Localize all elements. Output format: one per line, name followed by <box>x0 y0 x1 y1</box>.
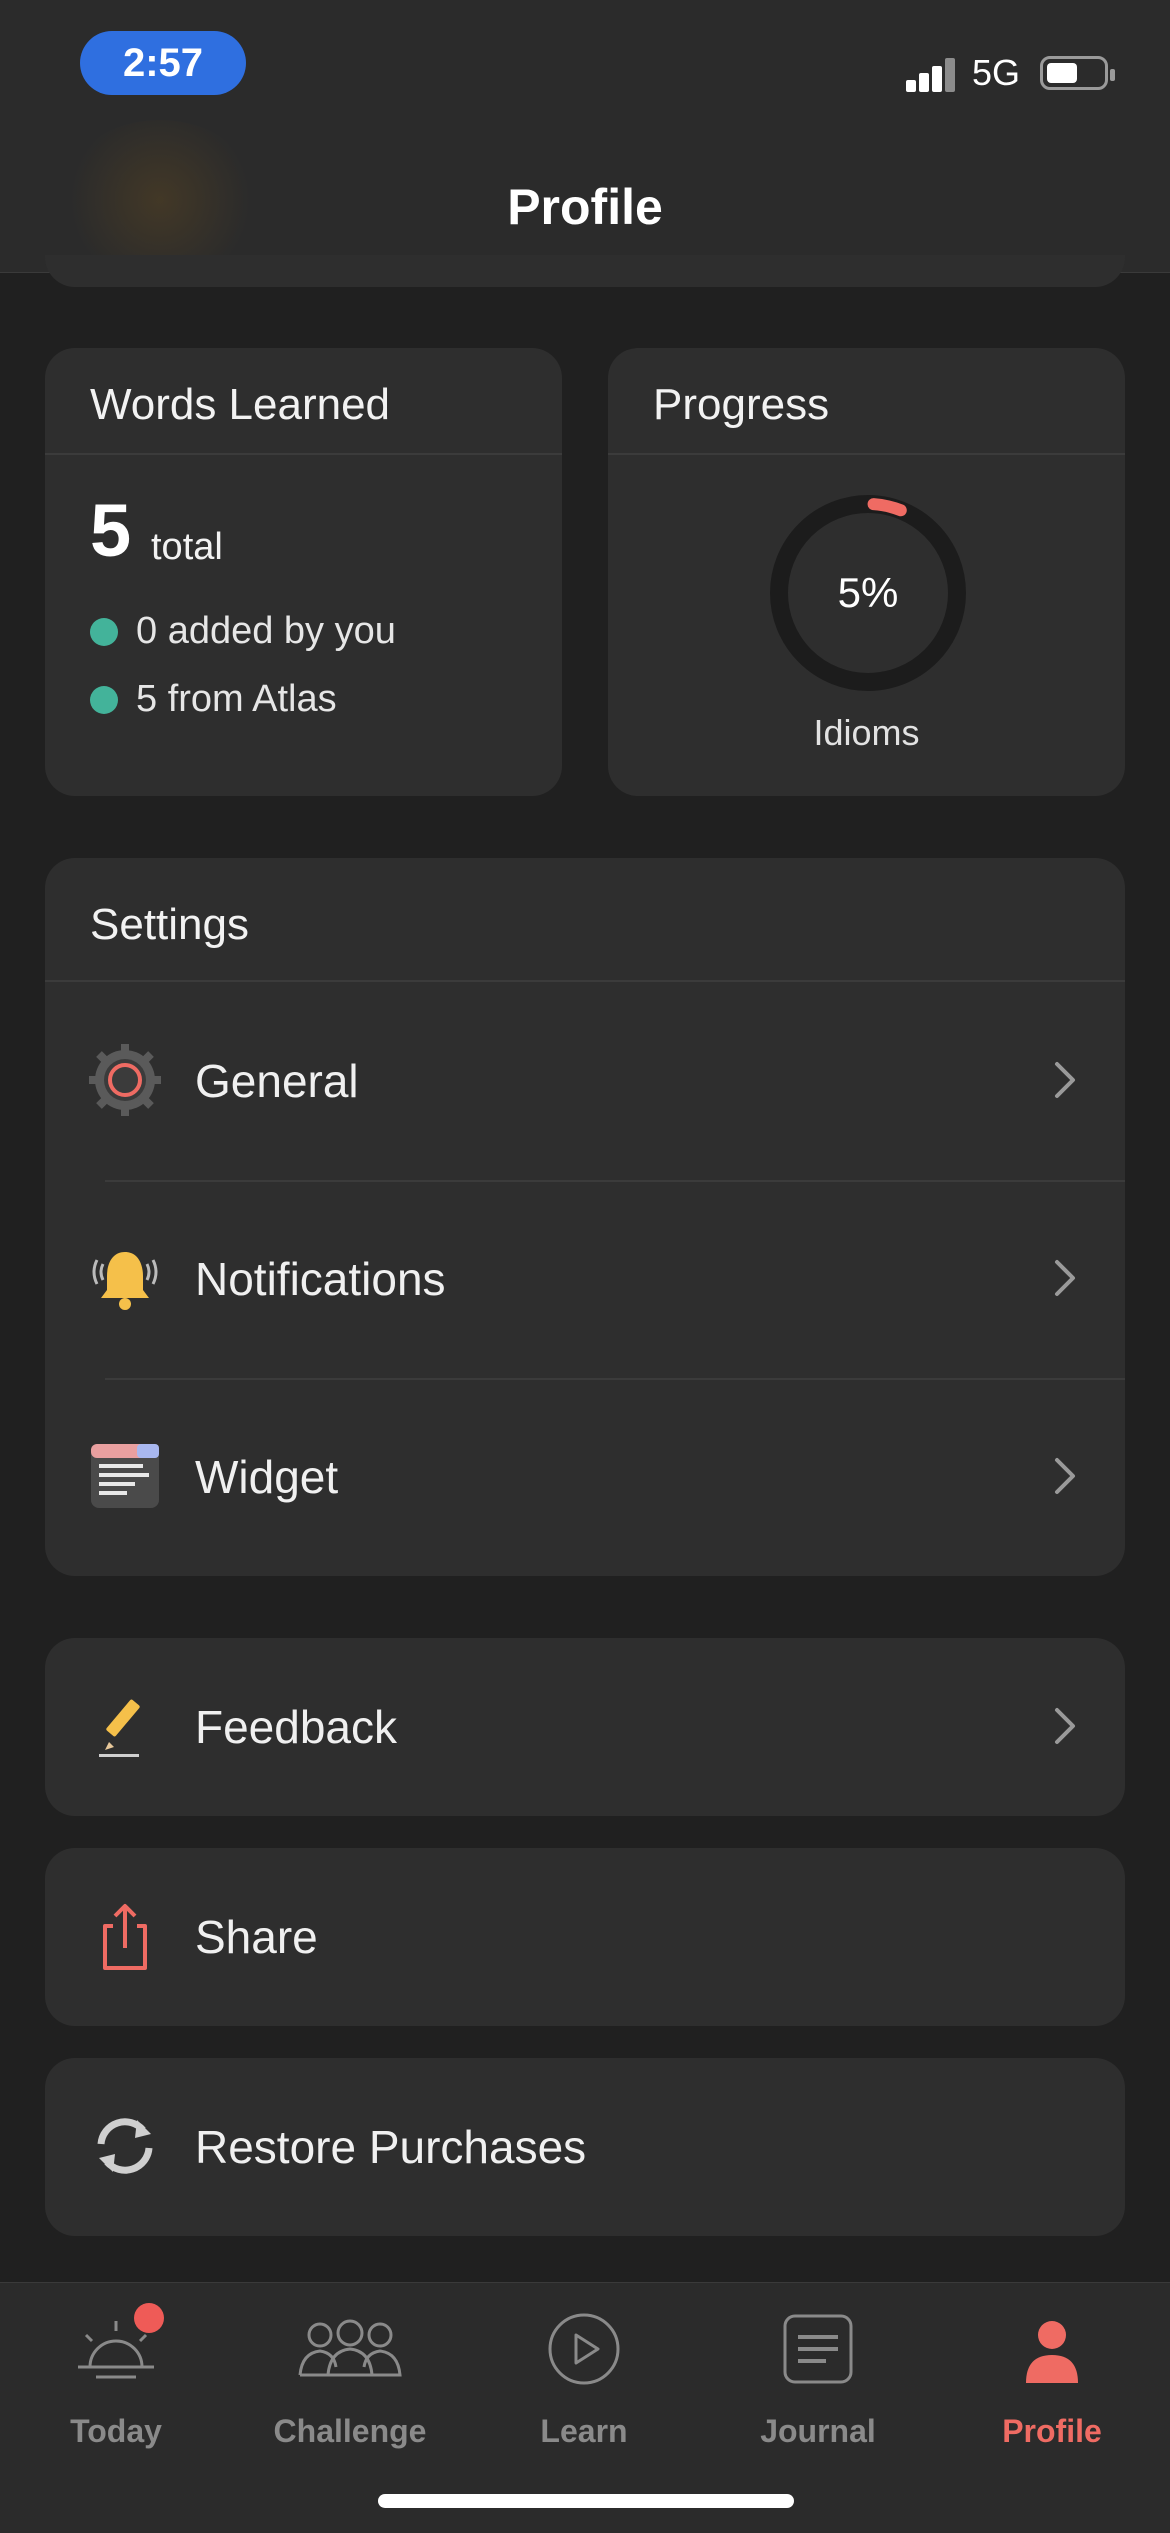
tab-label: Journal <box>760 2413 876 2449</box>
signal-icon <box>906 58 958 92</box>
play-icon <box>534 2299 634 2399</box>
notification-badge <box>134 2303 164 2333</box>
chevron-right-icon <box>1045 1456 1085 1496</box>
settings-item-general[interactable]: General <box>45 982 1125 1180</box>
bell-icon <box>87 1240 163 1316</box>
share-button[interactable]: Share <box>45 1848 1125 2026</box>
settings-item-label: General <box>195 1055 359 1107</box>
progress-ring: 5% <box>768 493 968 693</box>
progress-category: Idioms <box>813 712 920 753</box>
stat-added-by-you: 0 added by you <box>90 610 396 653</box>
status-time: 2:57 <box>80 31 246 95</box>
settings-item-label: Notifications <box>195 1253 446 1305</box>
tab-learn[interactable]: Learn <box>484 2299 684 2449</box>
words-total-count: 5 <box>90 489 132 572</box>
settings-card: Settings General Notifications Widget <box>45 858 1125 1576</box>
person-icon <box>1002 2299 1102 2399</box>
chevron-right-icon <box>1045 1060 1085 1100</box>
chevron-right-icon <box>1045 1258 1085 1298</box>
pencil-icon <box>87 1688 163 1764</box>
previous-card-edge <box>45 255 1125 287</box>
share-icon <box>87 1898 163 1974</box>
feedback-button[interactable]: Feedback <box>45 1638 1125 1816</box>
share-label: Share <box>195 1911 318 1963</box>
network-type: 5G <box>972 52 1021 93</box>
tab-challenge[interactable]: Challenge <box>250 2299 450 2449</box>
tab-journal[interactable]: Journal <box>718 2299 918 2449</box>
home-indicator <box>378 2494 794 2508</box>
page-title: Profile <box>507 179 663 235</box>
words-learned-card[interactable]: Words Learned 5 total 0 added by you 5 f… <box>45 348 562 796</box>
people-icon <box>298 2299 402 2399</box>
tab-profile[interactable]: Profile <box>952 2299 1152 2449</box>
restore-label: Restore Purchases <box>195 2121 587 2173</box>
green-dot-icon <box>90 685 118 714</box>
widget-icon <box>87 1438 163 1514</box>
progress-card[interactable]: Progress 5% Idioms <box>608 348 1125 796</box>
tab-today[interactable]: Today <box>16 2299 216 2449</box>
settings-item-notifications[interactable]: Notifications <box>45 1180 1125 1378</box>
card-divider <box>45 453 562 455</box>
tab-label: Learn <box>540 2413 628 2449</box>
chevron-right-icon <box>1045 1706 1085 1746</box>
words-total-label: total <box>151 526 223 568</box>
tab-label: Profile <box>1002 2413 1102 2449</box>
progress-title: Progress <box>653 380 830 429</box>
journal-icon <box>768 2299 868 2399</box>
tab-label: Today <box>70 2413 162 2449</box>
settings-item-widget[interactable]: Widget <box>45 1378 1125 1576</box>
card-divider <box>608 453 1125 455</box>
restore-purchases-button[interactable]: Restore Purchases <box>45 2058 1125 2236</box>
settings-title: Settings <box>90 900 249 949</box>
progress-percent: 5% <box>837 569 899 616</box>
stat-from-atlas: 5 from Atlas <box>90 678 337 721</box>
settings-item-label: Widget <box>195 1451 339 1503</box>
tab-label: Challenge <box>273 2413 427 2449</box>
refresh-icon <box>87 2108 163 2184</box>
battery-icon <box>1040 56 1115 90</box>
words-learned-title: Words Learned <box>90 380 391 429</box>
green-dot-icon <box>90 617 118 646</box>
gear-icon <box>87 1042 163 1118</box>
stat-atlas-label: 5 from Atlas <box>136 678 337 720</box>
stat-added-label: 0 added by you <box>136 610 396 652</box>
feedback-label: Feedback <box>195 1701 398 1753</box>
